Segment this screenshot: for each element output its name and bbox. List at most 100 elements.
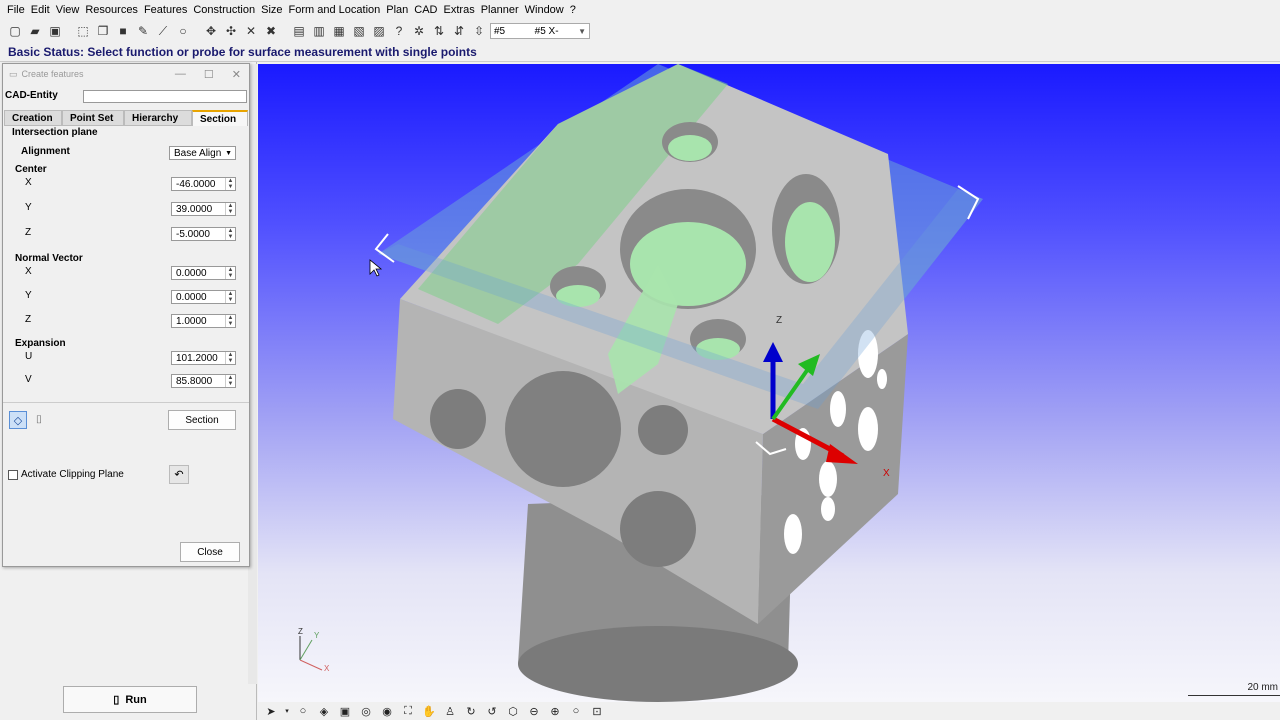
zoom-out-icon[interactable]: ⊖ xyxy=(525,703,543,719)
spinner-icon[interactable]: ▲ ▼ xyxy=(225,375,235,387)
shade-icon[interactable]: ◈ xyxy=(315,703,333,719)
copy-icon[interactable]: ❐ xyxy=(94,22,112,40)
clipboard-icon[interactable]: ▨ xyxy=(370,22,388,40)
run-button[interactable]: ▯ Run xyxy=(63,686,197,713)
spinner-icon[interactable]: ▲ ▼ xyxy=(225,267,235,279)
solid-icon[interactable]: ▣ xyxy=(336,703,354,719)
maximize-icon[interactable]: ☐ xyxy=(204,68,214,81)
tab-point-set[interactable]: Point Set xyxy=(62,110,124,126)
rotate-view-icon[interactable]: ↻ xyxy=(462,703,480,719)
center-z-field[interactable]: -5.0000 ▲ ▼ xyxy=(171,227,236,241)
reset-clipping-icon[interactable]: ↶ xyxy=(169,465,189,484)
help-icon[interactable]: ? xyxy=(390,22,408,40)
menu-size[interactable]: Size xyxy=(258,4,285,16)
probe3-icon[interactable]: ⇵ xyxy=(450,22,468,40)
paste-icon[interactable]: ■ xyxy=(114,22,132,40)
cad-viewport[interactable]: Z X Z Y X 20 mm xyxy=(258,64,1280,702)
probe-view-icon[interactable]: ♙ xyxy=(441,703,459,719)
gear-icon[interactable]: ✲ xyxy=(410,22,428,40)
menu-extras[interactable]: Extras xyxy=(441,4,478,16)
feature-icon[interactable]: ✥ xyxy=(202,22,220,40)
doc-icon[interactable]: ▦ xyxy=(330,22,348,40)
menu-planner[interactable]: Planner xyxy=(478,4,522,16)
spinner-icon[interactable]: ▲ ▼ xyxy=(225,352,235,364)
print-icon[interactable]: ▤ xyxy=(290,22,308,40)
spinner-icon[interactable]: ▲ ▼ xyxy=(225,291,235,303)
minimize-icon[interactable]: — xyxy=(175,68,186,81)
normal-z-field[interactable]: 1.0000 ▲ ▼ xyxy=(171,314,236,328)
menu-resources[interactable]: Resources xyxy=(82,4,141,16)
save-icon[interactable]: ▣ xyxy=(46,22,64,40)
alignment-select[interactable]: Base Align ▼ xyxy=(169,146,236,160)
zoom-in-icon[interactable]: ⊕ xyxy=(546,703,564,719)
search-icon[interactable]: ○ xyxy=(174,22,192,40)
spinner-icon[interactable]: ▲ ▼ xyxy=(225,315,235,327)
cross-icon[interactable]: ✕ xyxy=(242,22,260,40)
expansion-v-field[interactable]: 85.8000 ▲ ▼ xyxy=(171,374,236,388)
cad-model-svg: Z X Z Y X xyxy=(298,64,983,702)
menu-edit[interactable]: Edit xyxy=(28,4,53,16)
menu-view[interactable]: View xyxy=(53,4,83,16)
pan-icon[interactable]: ✋ xyxy=(420,703,438,719)
probe-select-icon[interactable]: ⇳ xyxy=(470,22,488,40)
normal-y-field[interactable]: 0.0000 ▲ ▼ xyxy=(171,290,236,304)
mini-z-label: Z xyxy=(298,627,303,636)
probe-icon[interactable]: ✎ xyxy=(134,22,152,40)
normal-vector-label: Normal Vector xyxy=(15,253,83,264)
close-button[interactable]: Close xyxy=(180,542,240,562)
expansion-v-value: 85.8000 xyxy=(176,375,213,387)
clipping-checkbox[interactable] xyxy=(8,470,18,480)
tab-creation[interactable]: Creation xyxy=(4,110,62,126)
measure-icon[interactable]: ⟋ xyxy=(154,22,172,40)
menu-construction[interactable]: Construction xyxy=(190,4,258,16)
delete-icon[interactable]: ▥ xyxy=(310,22,328,40)
probe2-icon[interactable]: ⇅ xyxy=(430,22,448,40)
expansion-v-label: V xyxy=(25,374,32,385)
dialog-icon: ▭ xyxy=(9,68,18,79)
menu-window[interactable]: Window xyxy=(522,4,567,16)
new-icon[interactable]: ▢ xyxy=(6,22,24,40)
wire-icon[interactable]: ◎ xyxy=(357,703,375,719)
circle-icon[interactable]: ○ xyxy=(294,703,312,719)
expansion-u-field[interactable]: 101.2000 ▲ ▼ xyxy=(171,351,236,365)
hole xyxy=(821,497,835,521)
alignment-label: Alignment xyxy=(21,146,70,157)
chevron-down-icon[interactable]: ▾ xyxy=(283,703,291,719)
zoom-fit-icon[interactable]: ⊡ xyxy=(588,703,606,719)
menu-features[interactable]: Features xyxy=(141,4,190,16)
probe-combo[interactable]: #5 #5 X- ▼ xyxy=(490,23,590,39)
section-button[interactable]: Section xyxy=(168,410,236,430)
close-icon[interactable]: ✕ xyxy=(232,68,241,81)
rotate-back-icon[interactable]: ↺ xyxy=(483,703,501,719)
center-x-label: X xyxy=(25,177,32,188)
zoom-icon[interactable]: ○ xyxy=(567,703,585,719)
fit-icon[interactable]: ⛶ xyxy=(399,703,417,719)
wire2-icon[interactable]: ◉ xyxy=(378,703,396,719)
center-y-field[interactable]: 39.0000 ▲ ▼ xyxy=(171,202,236,216)
spinner-icon[interactable]: ▲ ▼ xyxy=(225,178,235,190)
spinner-icon[interactable]: ▲ ▼ xyxy=(225,228,235,240)
menu-help[interactable]: ? xyxy=(567,4,579,16)
cad-entity-input[interactable] xyxy=(83,90,247,103)
cube-view-icon[interactable]: ⬡ xyxy=(504,703,522,719)
menu-cad[interactable]: CAD xyxy=(411,4,440,16)
center-x-field[interactable]: -46.0000 ▲ ▼ xyxy=(171,177,236,191)
select-icon[interactable]: ⬚ xyxy=(74,22,92,40)
pointer-icon[interactable]: ➤ xyxy=(262,703,280,719)
tools-icon[interactable]: ✖ xyxy=(262,22,280,40)
normal-x-field[interactable]: 0.0000 ▲ ▼ xyxy=(171,266,236,280)
rotate-icon[interactable]: ✣ xyxy=(222,22,240,40)
menu-form-location[interactable]: Form and Location xyxy=(286,4,384,16)
spinner-icon[interactable]: ▲ ▼ xyxy=(225,203,235,215)
menu-file[interactable]: File xyxy=(4,4,28,16)
cad-entity-label: CAD-Entity xyxy=(5,90,58,101)
tab-hierarchy[interactable]: Hierarchy xyxy=(124,110,192,126)
normal-y-label: Y xyxy=(25,290,32,301)
tab-section[interactable]: Section xyxy=(192,110,248,126)
open-icon[interactable]: ▰ xyxy=(26,22,44,40)
menu-plan[interactable]: Plan xyxy=(383,4,411,16)
normal-y-value: 0.0000 xyxy=(176,291,207,303)
cylinder-section-icon[interactable]: ⌷ xyxy=(30,411,48,429)
report-icon[interactable]: ▧ xyxy=(350,22,368,40)
plane-section-icon[interactable]: ◇ xyxy=(9,411,27,429)
